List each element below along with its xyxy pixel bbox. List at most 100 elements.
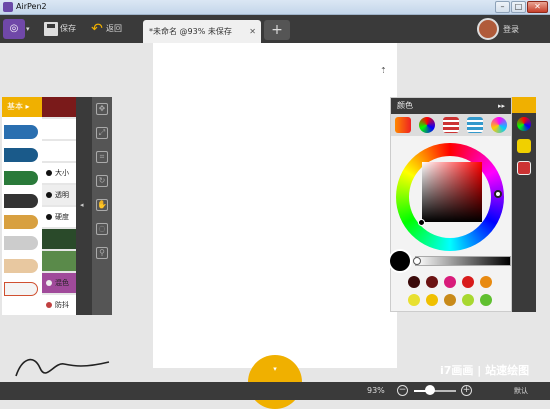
blend-option[interactable]: 混色: [42, 273, 76, 293]
color-swatch[interactable]: [426, 294, 438, 306]
size-option[interactable]: 大小: [42, 163, 76, 183]
color-swatch[interactable]: [462, 276, 474, 288]
document-tab[interactable]: *未命名 @93% 未保存 ✕: [143, 20, 261, 43]
zoom-default-button[interactable]: 默认: [514, 386, 528, 396]
close-icon[interactable]: ✕: [249, 20, 256, 43]
back-label: 返回: [106, 24, 122, 33]
ink-pen-icon[interactable]: [4, 148, 38, 162]
color-header-label: 颜色: [397, 101, 413, 110]
opacity-slider[interactable]: [415, 256, 511, 266]
app-icon: [3, 2, 13, 12]
title-bar: AirPen2 – □ ✕: [0, 0, 550, 15]
crop-icon[interactable]: ⌗: [96, 151, 108, 163]
color-swatch[interactable]: [408, 276, 420, 288]
zoom-slider-knob[interactable]: [425, 385, 435, 395]
scatter-icon[interactable]: [42, 251, 76, 271]
current-color-swatch[interactable]: [388, 249, 412, 273]
login-link[interactable]: 登录: [503, 24, 519, 35]
close-button[interactable]: ✕: [527, 1, 548, 13]
tool-panel: 基本 ▸ 大小 透明 硬度 混色 防抖 ◂ ✥ ⤢ ⌗ ↻ ✋ ◌ ⚲: [2, 97, 116, 327]
color-swatch[interactable]: [408, 294, 420, 306]
scale-icon[interactable]: ⤢: [96, 127, 108, 139]
basic-label: 基本: [7, 102, 23, 111]
size-dot-icon: [46, 170, 52, 176]
avatar[interactable]: [477, 18, 499, 40]
undo-arrow-icon: ↶: [91, 20, 103, 37]
color-swatch[interactable]: [426, 276, 438, 288]
sv-marker[interactable]: [418, 219, 425, 226]
move-icon[interactable]: ✥: [96, 103, 108, 115]
texture-icon[interactable]: [42, 141, 76, 161]
minimize-button[interactable]: –: [495, 1, 510, 13]
brush-column: 基本 ▸: [2, 97, 42, 315]
hardness-dot-icon: [46, 214, 52, 220]
knife-icon[interactable]: [4, 236, 38, 250]
chevron-left-icon[interactable]: ◂: [80, 201, 84, 209]
eraser-icon[interactable]: [4, 282, 38, 296]
drawing-canvas[interactable]: [153, 43, 397, 368]
brush-icon[interactable]: [42, 97, 76, 117]
color-mode-tabs: [391, 114, 511, 136]
status-bar: 93% − + 默认: [0, 382, 550, 400]
opacity-option[interactable]: 透明: [42, 185, 76, 205]
collapse-icon[interactable]: ▸▸: [498, 98, 505, 114]
save-button[interactable]: 保存: [44, 20, 76, 38]
watermark: i7画画 | 站速绘图: [440, 364, 530, 377]
palette-icon[interactable]: [395, 117, 411, 133]
zoom-percent: 93%: [367, 386, 385, 395]
back-button[interactable]: ↶ 返回: [90, 20, 122, 38]
airbrush-icon[interactable]: [4, 215, 38, 229]
pen-nib-icon[interactable]: [4, 125, 38, 139]
splat-icon[interactable]: [42, 229, 76, 249]
color-swatch[interactable]: [462, 294, 474, 306]
layer-sidebar-tab[interactable]: [512, 97, 536, 113]
zoom-in-button[interactable]: +: [461, 385, 472, 396]
save-label: 保存: [60, 24, 76, 33]
brush-options-column: 大小 透明 硬度 混色 防抖: [42, 97, 76, 315]
layers-icon[interactable]: [517, 139, 531, 153]
crayon-icon[interactable]: [4, 259, 38, 273]
transform-divider[interactable]: [76, 97, 92, 315]
color-swatch[interactable]: [444, 294, 456, 306]
color-swatch[interactable]: [444, 276, 456, 288]
stabilizer-icon: [46, 302, 52, 308]
color-wheel-icon[interactable]: [517, 117, 531, 131]
color-panel-header: 颜色 ▸▸: [391, 98, 511, 114]
opacity-dot-icon: [46, 192, 52, 198]
saturation-value-picker[interactable]: [422, 162, 482, 222]
color-swatch[interactable]: [480, 276, 492, 288]
stabilizer-option[interactable]: 防抖: [42, 295, 76, 315]
blend-dot-icon: [46, 280, 52, 286]
pencil-icon[interactable]: [4, 194, 38, 208]
main-toolbar: ◎ ▾ 保存 ↶ 返回 *未命名 @93% 未保存 ✕ + 登录: [0, 15, 550, 43]
zoom-out-button[interactable]: −: [397, 385, 408, 396]
hardness-option[interactable]: 硬度: [42, 207, 76, 227]
layer-sidebar: [512, 97, 536, 312]
brush-category-basic[interactable]: 基本 ▸: [2, 97, 42, 117]
slider-bars-icon[interactable]: [467, 117, 483, 133]
eyedropper-icon[interactable]: ⚲: [96, 247, 108, 259]
menu-logo-icon[interactable]: ◎: [3, 19, 25, 39]
chevron-down-icon[interactable]: ▾: [26, 25, 30, 33]
rotate-icon[interactable]: ↻: [96, 175, 108, 187]
chevron-right-icon: ▸: [25, 102, 30, 111]
opacity-slider-knob[interactable]: [413, 257, 421, 265]
opacity-label: 透明: [55, 191, 69, 199]
marker-icon[interactable]: [4, 171, 38, 185]
color-swatch[interactable]: [480, 294, 492, 306]
signature-scribble: [15, 358, 110, 377]
maximize-button[interactable]: □: [511, 1, 526, 13]
image-icon[interactable]: [517, 161, 531, 175]
tab-label: *未命名 @93% 未保存: [149, 27, 232, 36]
size-label: 大小: [55, 169, 69, 177]
lasso-icon[interactable]: ◌: [96, 223, 108, 235]
swatch-icon[interactable]: [491, 117, 507, 133]
sliders-icon[interactable]: [443, 117, 459, 133]
new-tab-button[interactable]: +: [264, 20, 290, 40]
stroke-icon[interactable]: [42, 119, 76, 139]
hand-icon[interactable]: ✋: [96, 199, 108, 211]
color-wheel-icon[interactable]: [419, 117, 435, 133]
hue-marker[interactable]: [494, 190, 502, 198]
stabilizer-label: 防抖: [55, 301, 69, 309]
window-title: AirPen2: [16, 2, 47, 11]
